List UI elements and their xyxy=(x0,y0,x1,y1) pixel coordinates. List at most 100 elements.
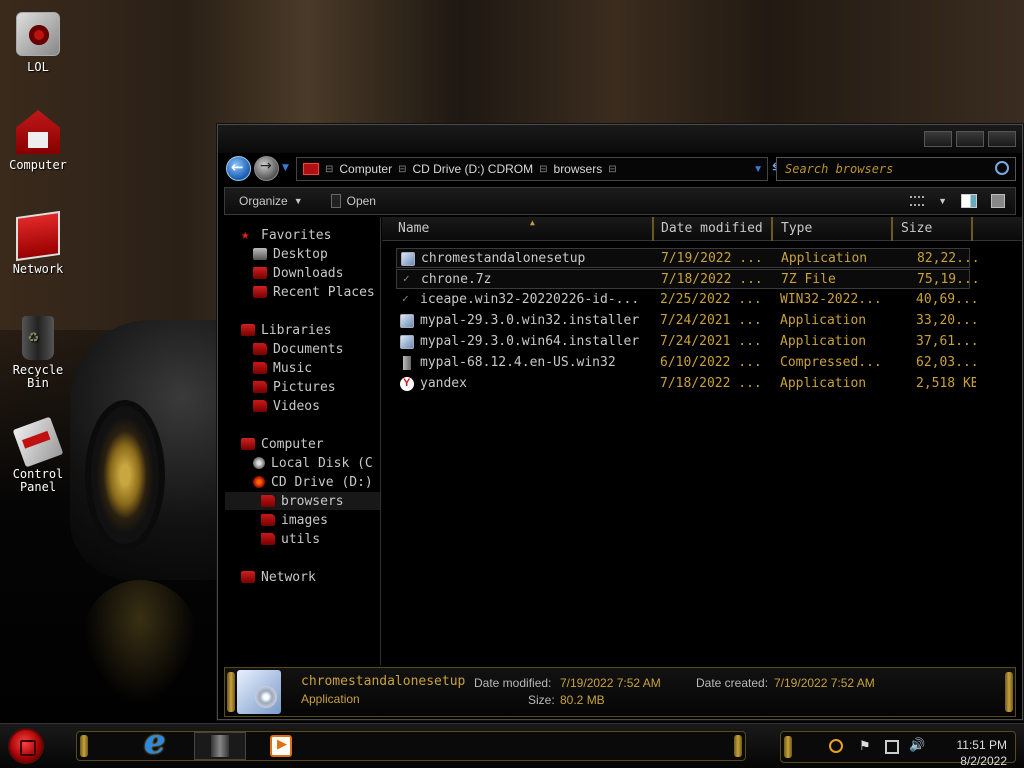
file-size: 2,518 KB xyxy=(916,376,976,391)
file-type: WIN32-2022... xyxy=(780,292,882,307)
search-box[interactable] xyxy=(776,157,1016,181)
volume-icon[interactable]: 🔊 xyxy=(909,738,925,753)
search-icon[interactable] xyxy=(829,739,843,753)
column-header-date[interactable]: Date modified xyxy=(655,217,773,241)
videos-icon xyxy=(253,400,267,412)
nav-network[interactable]: Network xyxy=(241,568,316,586)
desktop-icon-recycle-bin[interactable]: Recycle Bin xyxy=(0,316,76,390)
recent-pages-dropdown[interactable]: ▼ xyxy=(282,163,289,173)
nav-favorites[interactable]: ★ Favorites xyxy=(241,226,331,244)
taskbar-rail-right xyxy=(734,735,742,757)
breadcrumb-separator-icon[interactable]: ⊟ xyxy=(398,164,406,175)
nav-recent-places[interactable]: Recent Places xyxy=(253,283,375,301)
clock-time: 11:51 PM xyxy=(956,738,1007,752)
search-input[interactable] xyxy=(785,162,985,176)
nav-pictures[interactable]: Pictures xyxy=(253,378,336,396)
open-icon xyxy=(330,194,341,208)
back-button[interactable] xyxy=(226,156,251,181)
breadcrumb-browsers[interactable]: browsers xyxy=(554,162,603,176)
title-bar[interactable] xyxy=(218,125,1022,153)
breadcrumb-separator-icon[interactable]: ⊟ xyxy=(539,164,547,175)
nav-music[interactable]: Music xyxy=(253,359,312,377)
file-size: 40,69... xyxy=(916,292,976,307)
address-bar[interactable]: ⊟ Computer ⊟ CD Drive (D:) CDROM ⊟ brows… xyxy=(296,157,768,181)
file-row[interactable]: yandex 7/18/2022 ... Application 2,518 K… xyxy=(396,374,976,394)
nav-label: Network xyxy=(261,569,316,585)
breadcrumb-separator-icon[interactable]: ⊟ xyxy=(325,164,333,175)
nav-label: Videos xyxy=(273,398,320,414)
open-button[interactable]: Open xyxy=(317,194,390,208)
windows-explorer-taskbar-button[interactable] xyxy=(194,732,246,760)
breadcrumb-separator-icon[interactable]: ⊟ xyxy=(608,164,616,175)
desktop-icon-computer[interactable]: Computer xyxy=(0,110,76,172)
maximize-button[interactable] xyxy=(956,131,984,147)
column-header-size[interactable]: Size xyxy=(895,217,973,241)
file-row[interactable]: mypal-29.3.0.win64.installer 7/24/2021 .… xyxy=(396,332,976,352)
desktop-icon-network[interactable]: Network xyxy=(0,210,76,276)
desktop-icon-lol[interactable]: LOL xyxy=(0,12,76,74)
taskbar: ⚑ 🔊 11:51 PM 8/2/2022 xyxy=(0,722,1024,768)
start-button[interactable] xyxy=(8,728,44,764)
address-dropdown-icon[interactable]: ▼ xyxy=(753,164,763,175)
desktop-icon-label: Computer xyxy=(9,158,67,172)
folder-icon xyxy=(261,495,275,507)
nav-libraries[interactable]: Libraries xyxy=(241,321,331,339)
details-pane: chromestandalonesetup Application Date m… xyxy=(224,667,1016,717)
file-row[interactable]: iceape.win32-20220226-id-... 2/25/2022 .… xyxy=(396,290,976,310)
desktop-icon-control-panel[interactable]: Control Panel xyxy=(0,416,76,494)
nav-browsers[interactable]: browsers xyxy=(225,492,380,510)
details-modified-value: 7/19/2022 7:52 AM xyxy=(560,676,661,690)
file-row[interactable]: chrone.7z 7/18/2022 ... 7Z File 75,19... xyxy=(396,269,977,289)
details-file-name: chromestandalonesetup xyxy=(301,674,466,689)
yandex-icon xyxy=(400,377,414,391)
taskbar-rail-left xyxy=(80,735,88,757)
file-row[interactable]: chromestandalonesetup 7/19/2022 ... Appl… xyxy=(396,248,977,268)
clock[interactable]: 11:51 PM 8/2/2022 xyxy=(957,737,1007,768)
desktop-icon-label: LOL xyxy=(27,60,49,74)
media-player-icon[interactable] xyxy=(270,735,292,757)
nav-local-disk[interactable]: Local Disk (C xyxy=(253,454,373,472)
breadcrumb-computer[interactable]: Computer xyxy=(339,162,392,176)
nav-videos[interactable]: Videos xyxy=(253,397,320,415)
close-button[interactable] xyxy=(988,131,1016,147)
network-icon xyxy=(16,210,60,262)
file-name: mypal-29.3.0.win64.installer xyxy=(420,334,640,349)
search-icon[interactable] xyxy=(995,161,1009,175)
action-center-flag-icon[interactable]: ⚑ xyxy=(859,739,871,754)
internet-explorer-icon[interactable] xyxy=(140,722,174,764)
cd-drive-icon xyxy=(253,476,265,488)
file-row[interactable]: mypal-29.3.0.win32.installer 7/24/2021 .… xyxy=(396,311,976,331)
local-disk-icon xyxy=(253,457,265,469)
column-header-type[interactable]: Type xyxy=(775,217,893,241)
breadcrumb-cd-drive[interactable]: CD Drive (D:) CDROM xyxy=(412,162,533,176)
nav-computer[interactable]: Computer xyxy=(241,435,324,453)
nav-cd-drive[interactable]: CD Drive (D:) xyxy=(253,473,373,491)
file-date: 7/24/2021 ... xyxy=(660,313,762,328)
network-tray-icon[interactable] xyxy=(885,740,899,754)
wallpaper-reflection xyxy=(80,580,200,710)
nav-desktop[interactable]: Desktop xyxy=(253,245,328,263)
desktop-icon xyxy=(253,248,267,260)
forward-button[interactable] xyxy=(254,156,279,181)
view-options-chevron-icon[interactable]: ▼ xyxy=(938,196,947,206)
file-type: Application xyxy=(780,334,867,349)
7z-icon xyxy=(401,272,415,287)
nav-downloads[interactable]: Downloads xyxy=(253,264,343,282)
app-icon xyxy=(400,314,414,328)
file-name: mypal-29.3.0.win32.installer xyxy=(420,313,640,328)
help-icon[interactable] xyxy=(991,194,1005,208)
change-view-icon[interactable] xyxy=(910,196,925,206)
minimize-button[interactable] xyxy=(924,131,952,147)
nav-utils[interactable]: utils xyxy=(261,530,320,548)
column-header-name[interactable]: Name ▲ xyxy=(392,217,654,241)
file-type: 7Z File xyxy=(781,272,836,287)
explorer-window: ▼ ⊟ Computer ⊟ CD Drive (D:) CDROM ⊟ bro… xyxy=(217,124,1023,720)
nav-label: browsers xyxy=(281,493,344,509)
details-created-label: Date created: xyxy=(696,676,769,690)
app-icon xyxy=(400,335,414,349)
organize-button[interactable]: Organize ▼ xyxy=(225,194,317,208)
preview-pane-icon[interactable] xyxy=(961,194,977,208)
nav-images[interactable]: images xyxy=(261,511,328,529)
nav-documents[interactable]: Documents xyxy=(253,340,343,358)
file-row[interactable]: mypal-68.12.4.en-US.win32 6/10/2022 ... … xyxy=(396,353,976,373)
